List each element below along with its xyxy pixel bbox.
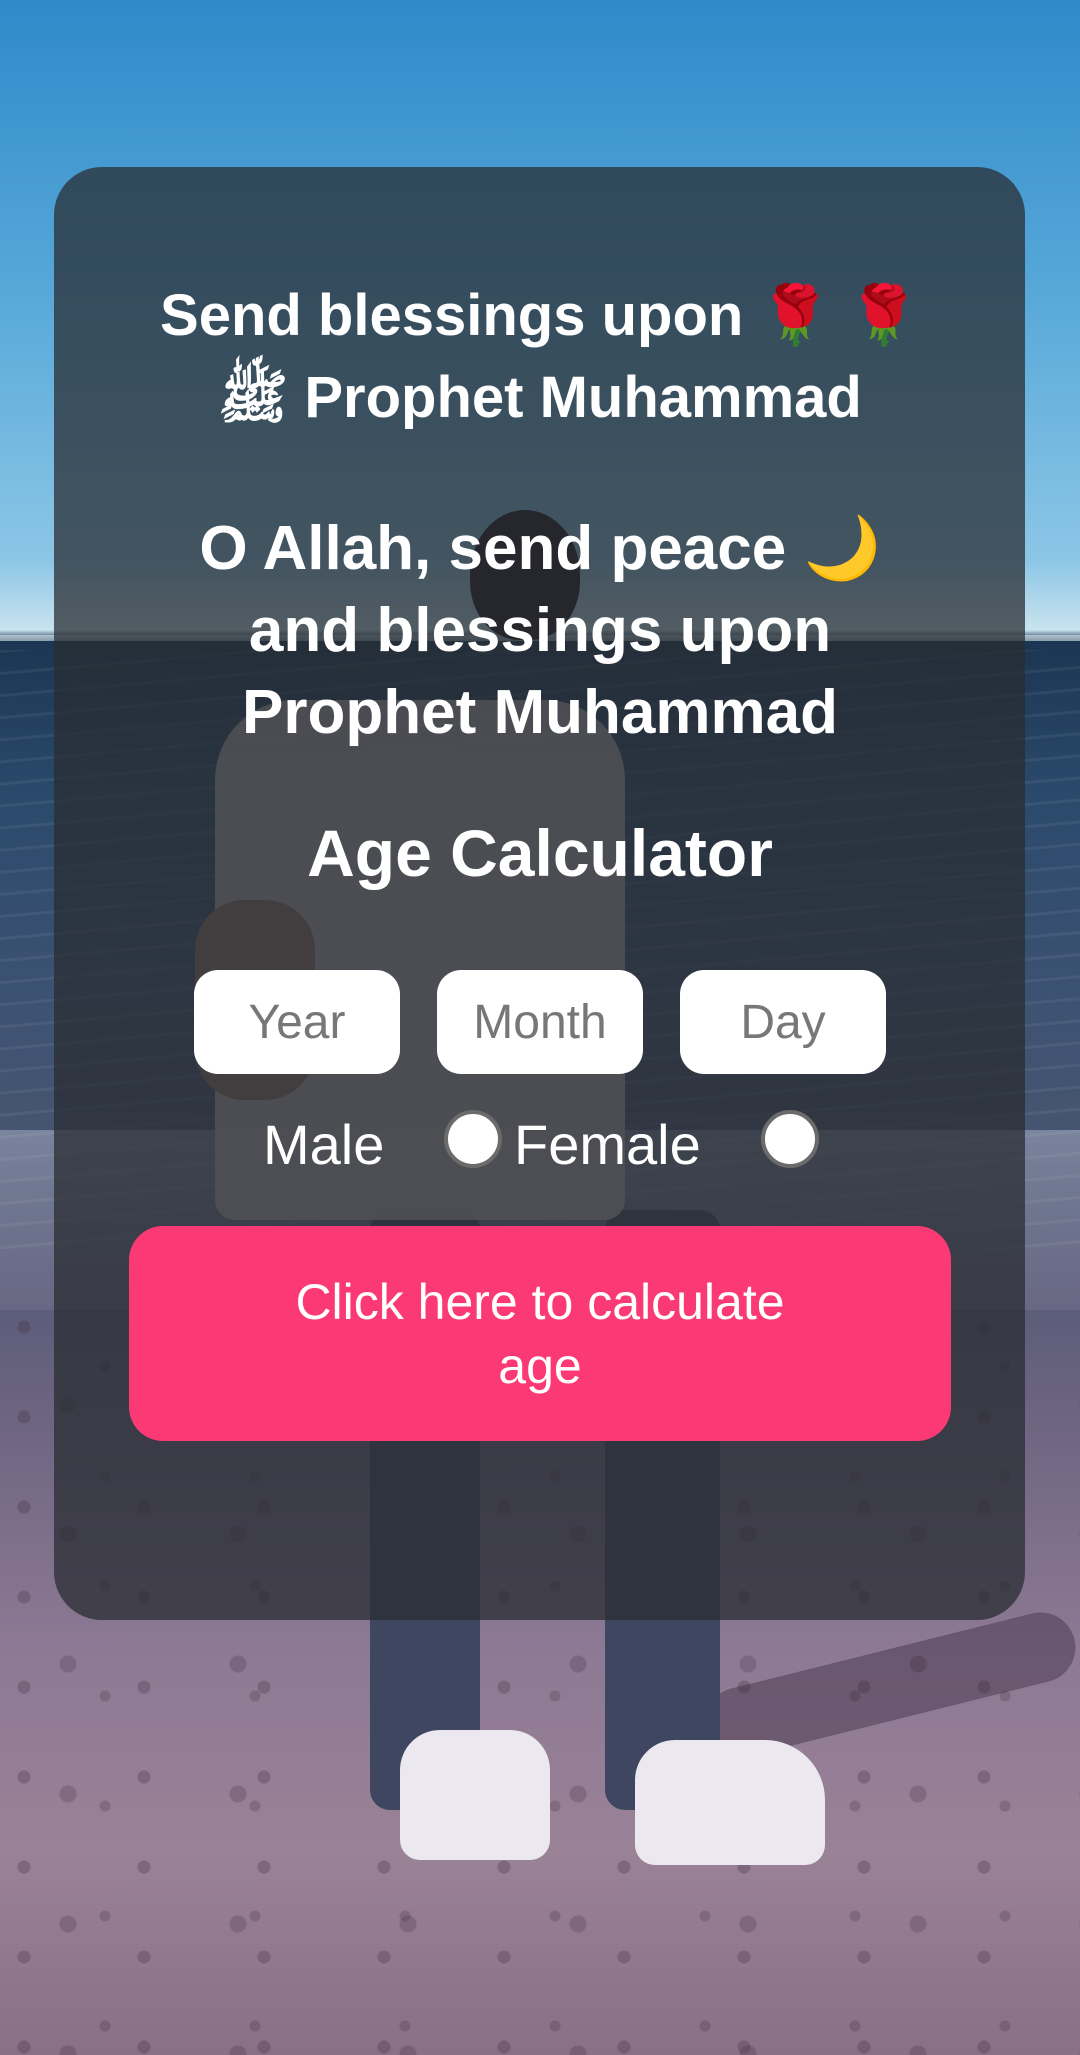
female-label: Female [514,1113,701,1176]
male-label: Male [263,1113,385,1176]
month-input[interactable] [437,970,643,1074]
calculate-age-button[interactable]: Click here to calculate age [129,1226,951,1441]
person-shoe-left [400,1730,550,1860]
blessing-title: Send blessings upon 🌹 🌹 ﷺ Prophet Muhamm… [160,283,920,430]
female-radio[interactable] [761,1110,819,1168]
day-input[interactable] [680,970,886,1074]
app-title: Age Calculator [307,816,773,890]
person-shoe-right [635,1740,825,1865]
prayer-text: O Allah, send peace 🌙 and blessings upon… [199,514,881,747]
male-radio[interactable] [444,1110,502,1168]
birthdate-inputs [194,970,886,1074]
year-input[interactable] [194,970,400,1074]
